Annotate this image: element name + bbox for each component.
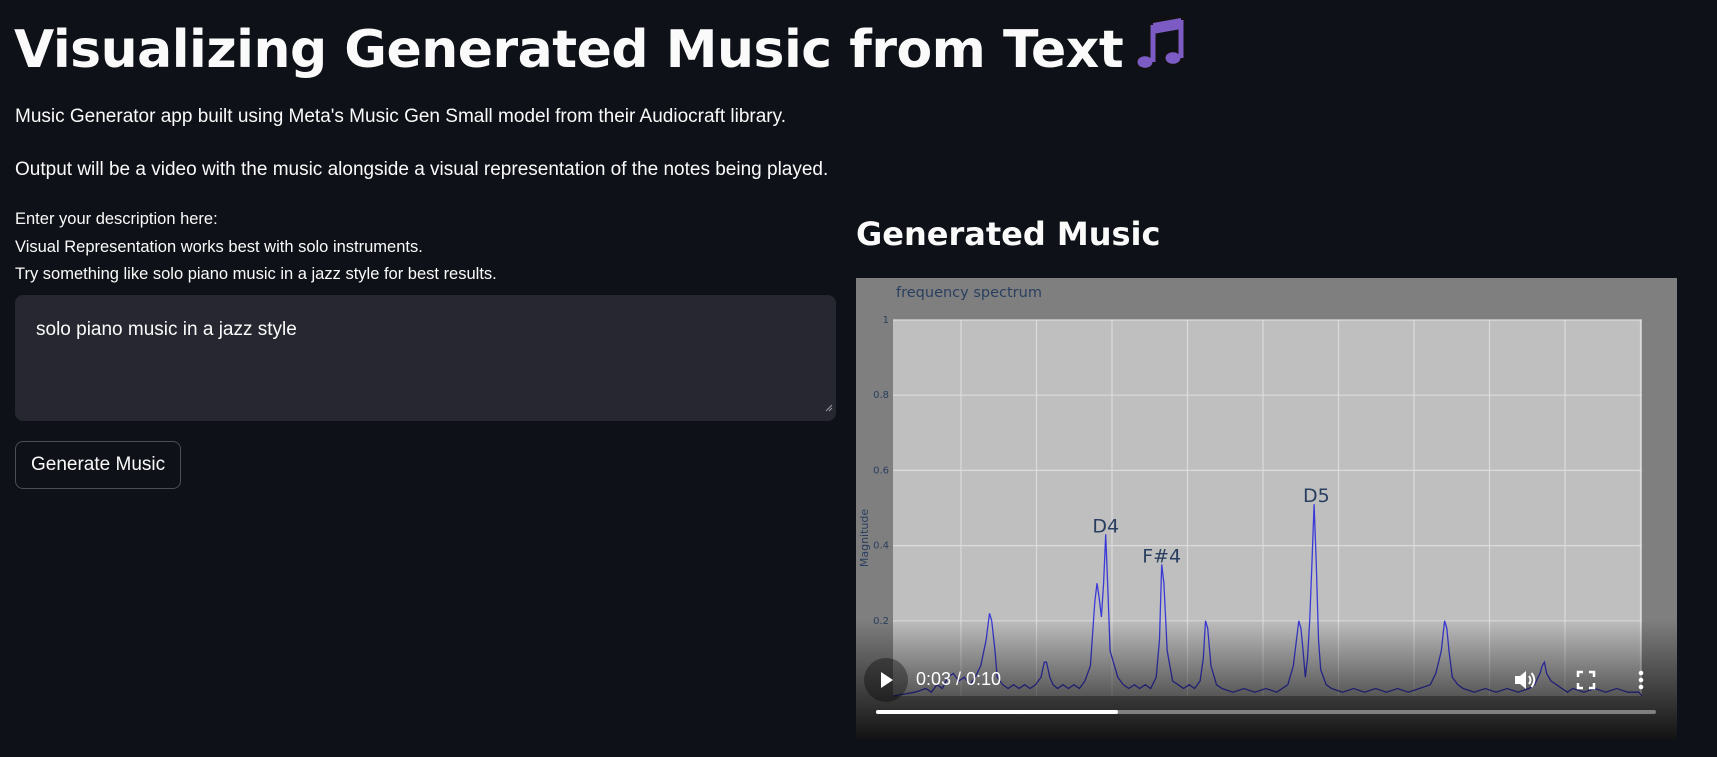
video-time: 0:03 / 0:10 — [916, 669, 1002, 689]
fullscreen-icon[interactable] — [1574, 668, 1598, 697]
y-axis-label: Magnitude — [858, 509, 871, 568]
intro-text-2: Output will be a video with the music al… — [15, 159, 829, 180]
y-tick-label: 1 — [883, 315, 889, 326]
video-progress-fill — [876, 710, 1118, 714]
output-heading: Generated Music — [856, 215, 1161, 253]
play-button[interactable] — [864, 658, 908, 702]
prompt-value: solo piano music in a jazz style — [36, 319, 297, 340]
musical-notes-icon — [1131, 14, 1189, 92]
video-player[interactable]: 0.20.40.60.81frequency spectrumMagnitude… — [856, 278, 1677, 739]
prompt-textarea[interactable]: solo piano music in a jazz style — [15, 295, 836, 421]
play-icon — [881, 672, 893, 688]
resize-handle-icon[interactable] — [825, 396, 833, 418]
video-progress-bar[interactable] — [876, 710, 1656, 714]
y-tick-label: 0.4 — [873, 541, 889, 552]
page-title-text: Visualizing Generated Music from Text — [14, 20, 1124, 80]
volume-icon[interactable] — [1513, 668, 1539, 697]
prompt-label: Enter your description here: — [15, 210, 218, 228]
more-options-icon[interactable] — [1636, 668, 1646, 697]
generate-music-button[interactable]: Generate Music — [15, 441, 182, 489]
peak-label: D4 — [1092, 515, 1119, 537]
y-tick-label: 0.6 — [873, 465, 889, 476]
page-title: Visualizing Generated Music from Text — [14, 14, 1189, 92]
y-tick-label: 0.8 — [873, 390, 889, 401]
peak-label: F#4 — [1142, 545, 1181, 567]
intro-text-1: Music Generator app built using Meta's M… — [15, 106, 786, 127]
prompt-hint-2: Try something like solo piano music in a… — [15, 265, 497, 283]
chart-title: frequency spectrum — [896, 285, 1042, 301]
prompt-hint-1: Visual Representation works best with so… — [15, 238, 423, 256]
peak-label: D5 — [1303, 485, 1330, 507]
